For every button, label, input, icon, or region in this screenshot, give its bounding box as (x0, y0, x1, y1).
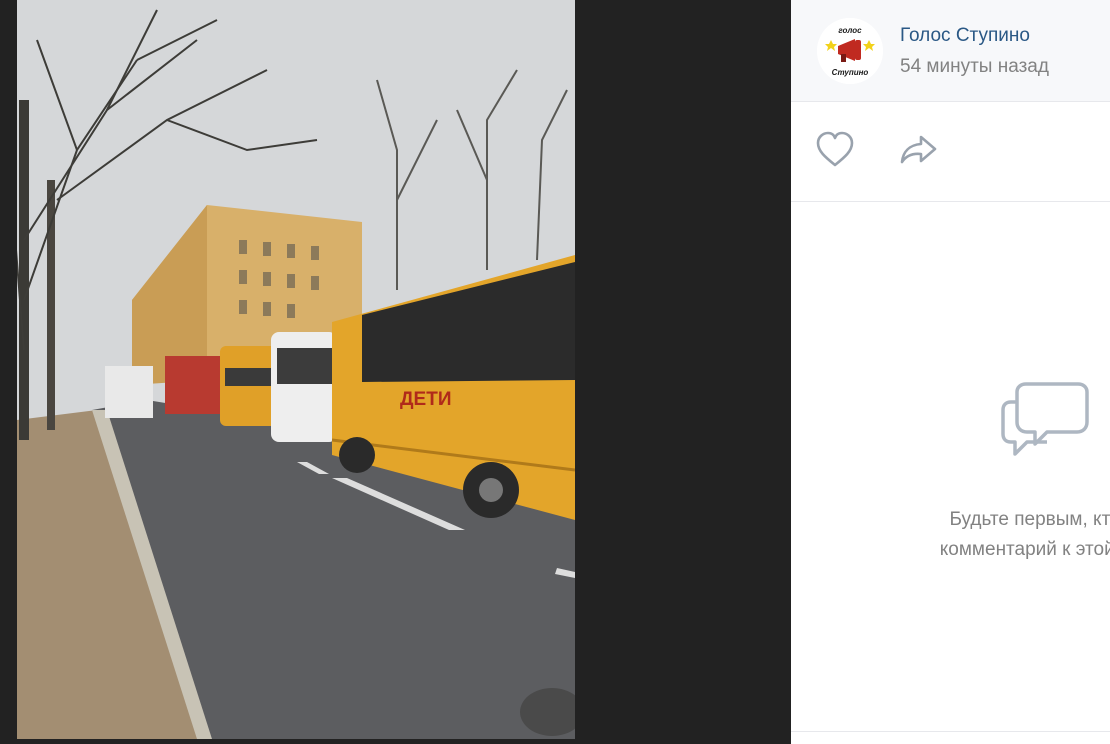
post-header: голос Ступино Голос Ступино 54 минуты на… (791, 0, 1110, 102)
post-time[interactable]: 54 минуты назад (900, 56, 1049, 78)
author-name[interactable]: Голос Ступино (900, 25, 1030, 47)
empty-comments-message: Будьте первым, кто о комментарий к этой … (883, 505, 1110, 565)
post-sidebar: голос Ступино Голос Ступино 54 минуты на… (791, 0, 1110, 744)
post-actions (791, 101, 1110, 202)
share-button[interactable] (899, 131, 939, 169)
megaphone-logo-icon: голос Ступино (817, 18, 883, 84)
photo-viewer: ДЕТИ (0, 0, 791, 744)
post-photo[interactable]: ДЕТИ (17, 0, 575, 739)
share-arrow-icon (900, 135, 937, 164)
author-avatar[interactable]: голос Ступино (817, 18, 883, 84)
empty-comments-line: комментарий к этой фо (939, 539, 1110, 560)
heart-icon (816, 131, 854, 167)
bus-sign: ДЕТИ (400, 389, 451, 410)
photo-illustration: ДЕТИ (17, 0, 575, 739)
empty-comments-line: Будьте первым, кто о (949, 509, 1110, 530)
like-button[interactable] (815, 131, 855, 169)
comment-bubbles-icon (1001, 382, 1091, 464)
svg-text:Ступино: Ступино (832, 68, 869, 77)
divider (791, 731, 1110, 732)
svg-text:голос: голос (838, 26, 862, 35)
